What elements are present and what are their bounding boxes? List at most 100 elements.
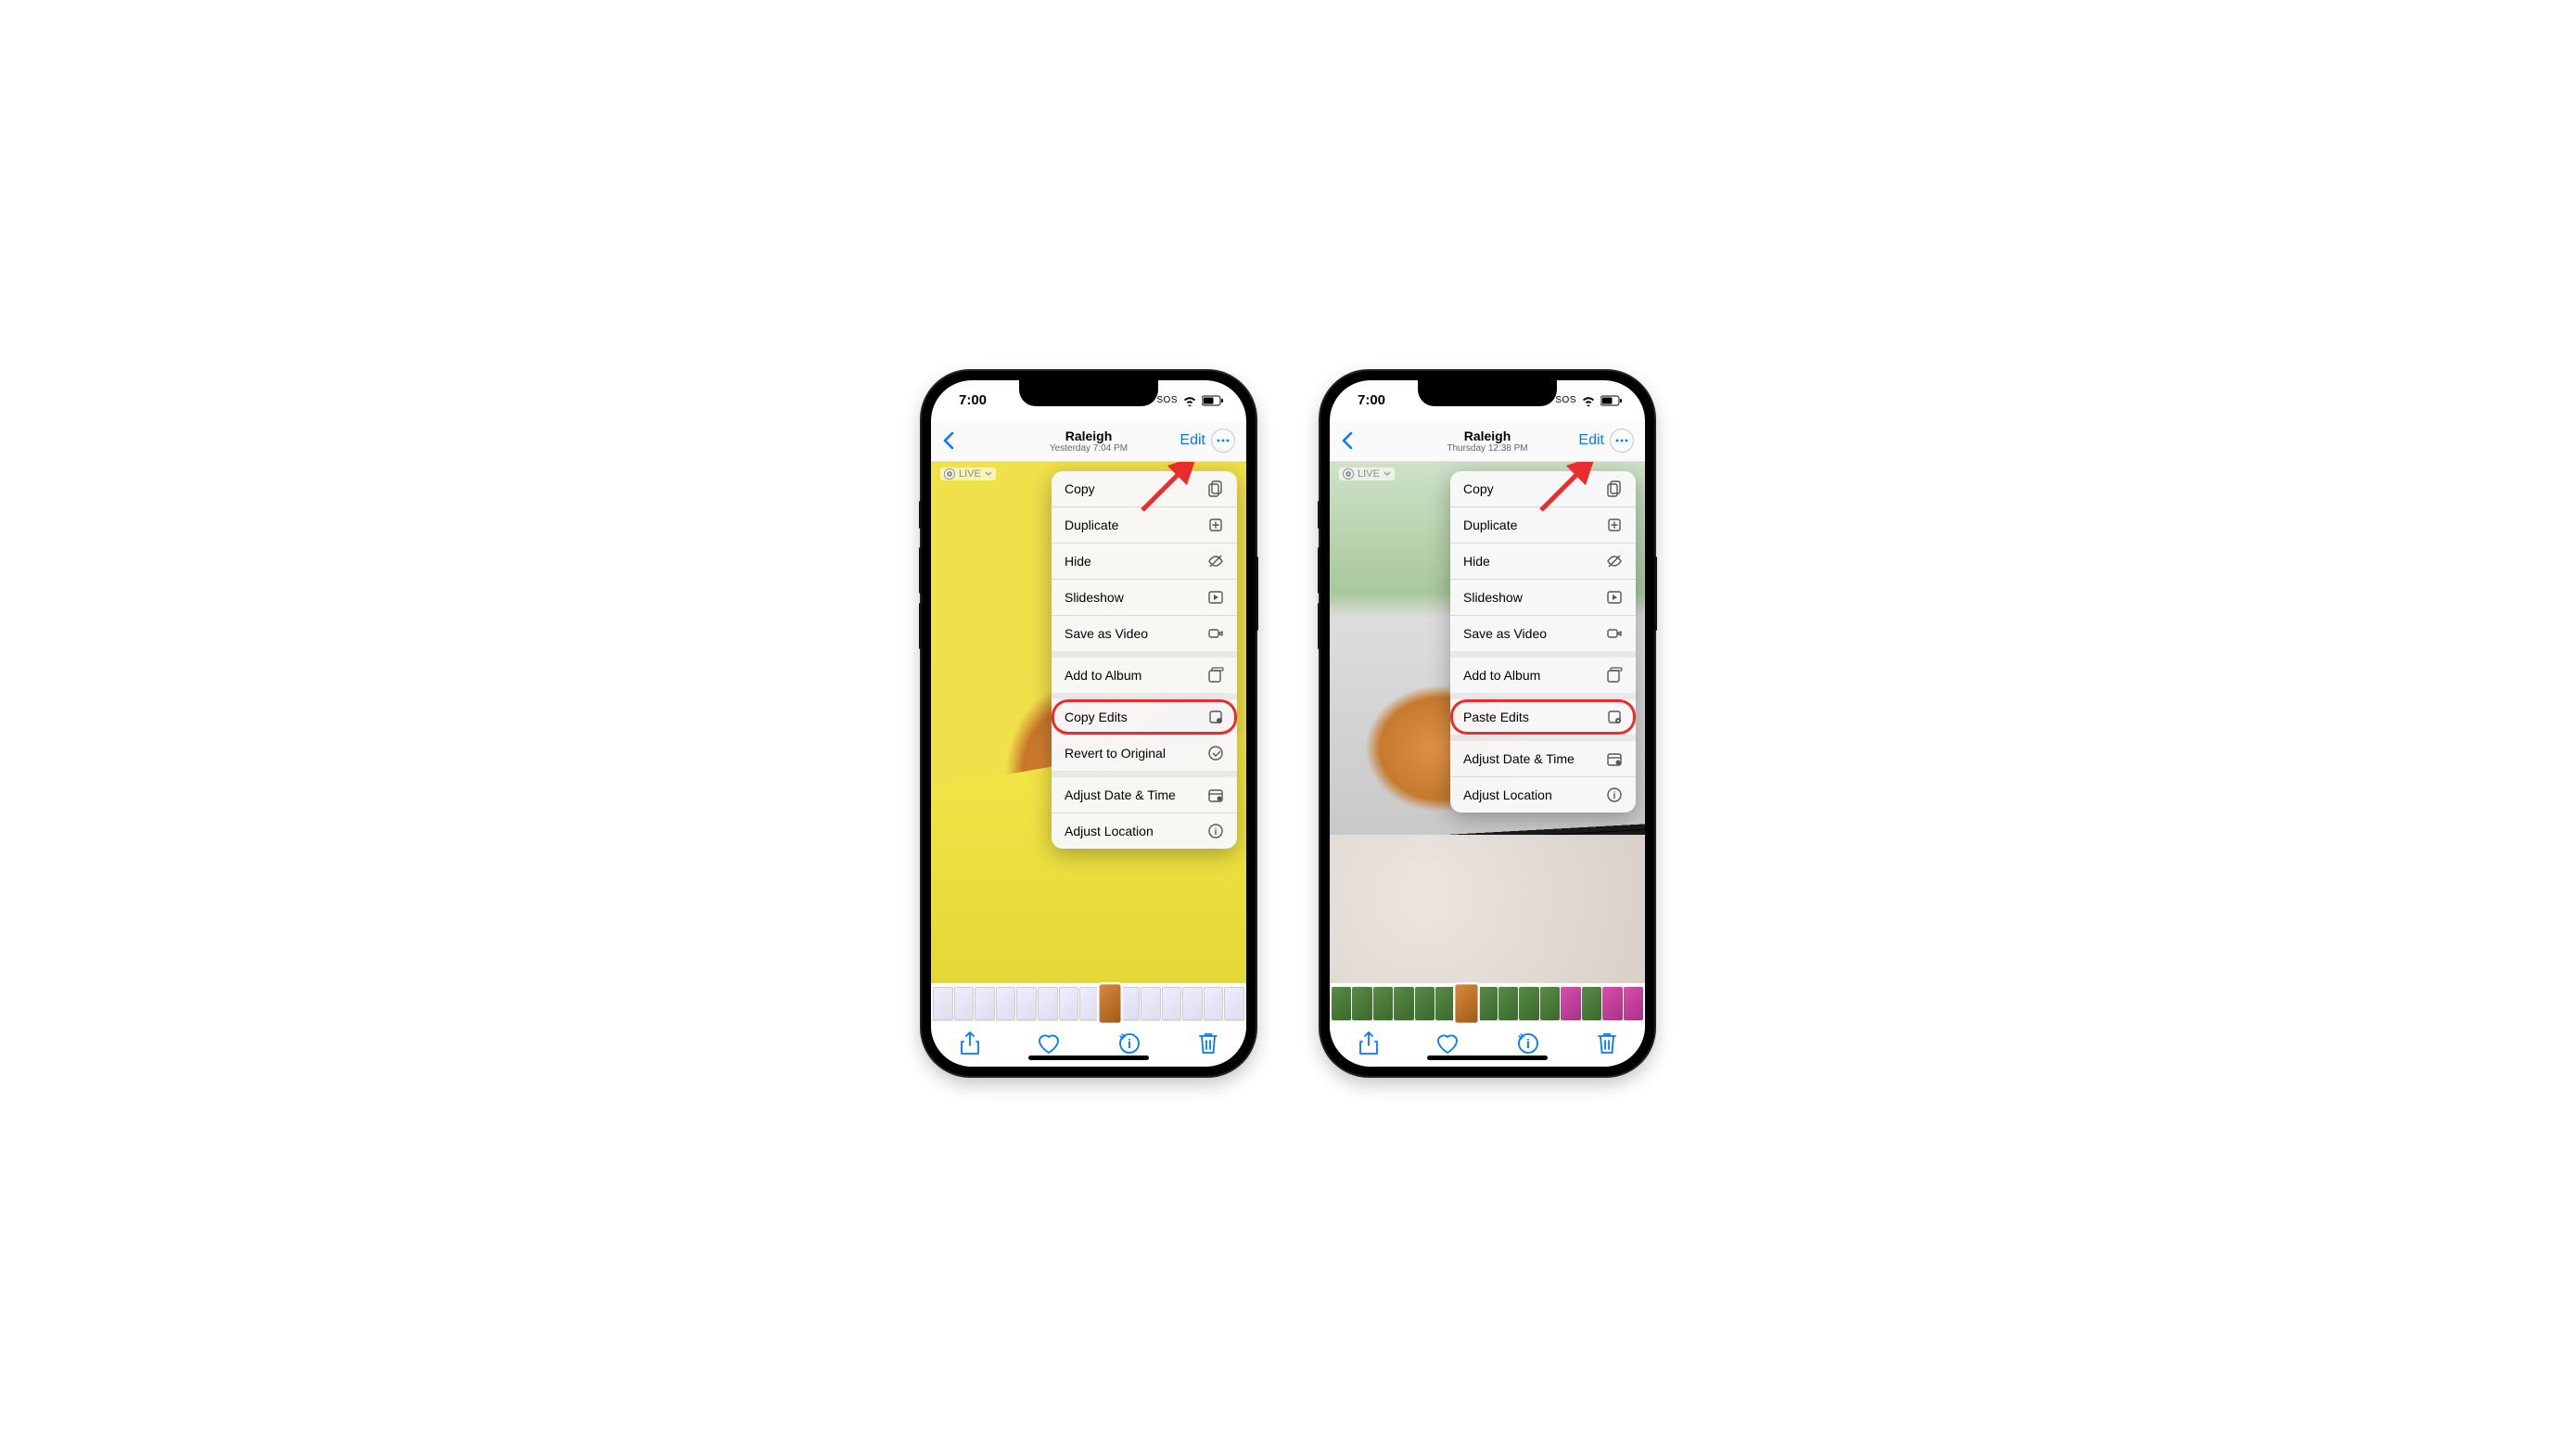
nav-location: Raleigh — [1415, 429, 1560, 443]
thumbnail[interactable] — [933, 987, 953, 1020]
thumbnail[interactable] — [1119, 987, 1140, 1020]
thumbnail[interactable] — [1099, 984, 1120, 1022]
thumbnail[interactable] — [1204, 987, 1224, 1020]
share-icon[interactable] — [960, 1031, 980, 1056]
menu-item-copy-edits[interactable]: Copy Edits — [1052, 699, 1237, 736]
status-sos: SOS — [1555, 395, 1576, 405]
thumbnail[interactable] — [1373, 987, 1393, 1020]
menu-item-location[interactable]: Adjust Location i — [1052, 813, 1237, 849]
thumbnail[interactable] — [1540, 987, 1560, 1020]
thumbnail[interactable] — [996, 987, 1016, 1020]
thumbnail[interactable] — [1498, 987, 1518, 1020]
edit-button[interactable]: Edit — [1180, 432, 1205, 449]
trash-icon[interactable] — [1597, 1031, 1617, 1056]
thumbnail[interactable] — [975, 987, 995, 1020]
menu-item-location[interactable]: Adjust Locationi — [1450, 777, 1636, 813]
thumbnail[interactable] — [1079, 987, 1100, 1020]
thumbnail[interactable] — [1059, 987, 1079, 1020]
menu-item-copy[interactable]: Copy — [1450, 471, 1636, 507]
menu-item-label: Copy — [1065, 481, 1095, 496]
thumbnail[interactable] — [954, 987, 975, 1020]
menu-item-slideshow[interactable]: Slideshow — [1052, 580, 1237, 616]
notch — [1019, 380, 1158, 406]
thumbnail[interactable] — [1602, 987, 1622, 1020]
menu-item-label: Adjust Location — [1065, 824, 1154, 838]
thumbnail[interactable] — [1561, 987, 1580, 1020]
calendar-icon — [1207, 787, 1224, 803]
svg-text:i: i — [1526, 1036, 1530, 1051]
duplicate-icon — [1606, 517, 1623, 533]
trash-icon[interactable] — [1198, 1031, 1218, 1056]
context-menu: Copy Duplicate HideSlideshow Save as Video A… — [1450, 471, 1636, 813]
menu-item-video[interactable]: Save as Video — [1450, 616, 1636, 651]
heart-icon[interactable] — [1037, 1032, 1061, 1055]
heart-icon[interactable] — [1435, 1032, 1460, 1055]
thumbnail[interactable] — [1624, 987, 1643, 1020]
menu-item-album[interactable]: Add to Album — [1052, 658, 1237, 693]
thumbnail[interactable] — [1394, 987, 1413, 1020]
menu-item-hide[interactable]: Hide — [1052, 544, 1237, 580]
battery-icon — [1600, 395, 1623, 406]
more-button[interactable] — [1610, 429, 1634, 453]
menu-item-label: Paste Edits — [1463, 710, 1529, 724]
slideshow-icon — [1207, 589, 1224, 606]
thumbnail[interactable] — [1224, 987, 1244, 1020]
share-icon[interactable] — [1358, 1031, 1379, 1056]
menu-item-hide[interactable]: Hide — [1450, 544, 1636, 580]
chevron-down-icon — [985, 471, 992, 476]
menu-item-copy[interactable]: Copy — [1052, 471, 1237, 507]
duplicate-icon — [1207, 517, 1224, 533]
menu-item-video[interactable]: Save as Video — [1052, 616, 1237, 651]
menu-item-album[interactable]: Add to Album — [1450, 658, 1636, 693]
nav-bar: Raleigh Yesterday 7:04 PM Edit — [931, 421, 1246, 462]
video-icon — [1207, 625, 1224, 642]
edit-button[interactable]: Edit — [1578, 432, 1604, 449]
live-badge[interactable]: LIVE — [940, 467, 996, 480]
back-icon[interactable] — [1341, 431, 1354, 450]
svg-text:i: i — [1613, 791, 1616, 801]
thumbnail-strip[interactable] — [931, 983, 1246, 1020]
album-icon — [1606, 667, 1623, 684]
more-button[interactable] — [1211, 429, 1235, 453]
svg-text:i: i — [1215, 827, 1218, 838]
thumbnail[interactable] — [1435, 987, 1455, 1020]
menu-item-label: Save as Video — [1463, 626, 1547, 641]
svg-text:i: i — [1128, 1036, 1131, 1051]
thumbnail[interactable] — [1582, 987, 1601, 1020]
menu-item-slideshow[interactable]: Slideshow — [1450, 580, 1636, 616]
thumbnail[interactable] — [1352, 987, 1371, 1020]
info-icon[interactable]: i — [1516, 1031, 1540, 1056]
location-icon: i — [1606, 787, 1623, 803]
live-badge[interactable]: LIVE — [1339, 467, 1395, 480]
thumbnail[interactable] — [1477, 987, 1497, 1020]
live-label: LIVE — [1358, 468, 1380, 480]
thumbnail[interactable] — [1016, 987, 1037, 1020]
menu-item-duplicate[interactable]: Duplicate — [1052, 507, 1237, 544]
back-icon[interactable] — [942, 431, 955, 450]
menu-item-duplicate[interactable]: Duplicate — [1450, 507, 1636, 544]
menu-item-label: Revert to Original — [1065, 746, 1166, 761]
thumbnail[interactable] — [1038, 987, 1058, 1020]
thumbnail[interactable] — [1455, 984, 1478, 1022]
revert-icon — [1207, 745, 1224, 761]
home-indicator[interactable] — [1028, 1056, 1149, 1060]
menu-item-label: Slideshow — [1065, 590, 1124, 605]
thumbnail[interactable] — [1519, 987, 1538, 1020]
info-icon[interactable]: i — [1117, 1031, 1141, 1056]
menu-item-label: Save as Video — [1065, 626, 1148, 641]
wifi-icon — [1182, 395, 1197, 406]
thumbnail[interactable] — [1182, 987, 1203, 1020]
menu-item-revert[interactable]: Revert to Original — [1052, 736, 1237, 771]
menu-item-paste-edits[interactable]: Paste Edits — [1450, 699, 1636, 735]
menu-item-label: Duplicate — [1463, 518, 1517, 532]
thumbnail-strip[interactable] — [1330, 983, 1645, 1020]
thumbnail[interactable] — [1415, 987, 1435, 1020]
menu-item-calendar[interactable]: Adjust Date & Time — [1450, 741, 1636, 777]
thumbnail[interactable] — [1141, 987, 1161, 1020]
thumbnail[interactable] — [1332, 987, 1351, 1020]
menu-item-calendar[interactable]: Adjust Date & Time — [1052, 777, 1237, 813]
home-indicator[interactable] — [1427, 1056, 1548, 1060]
thumbnail[interactable] — [1162, 987, 1182, 1020]
nav-timestamp: Yesterday 7:04 PM — [1016, 443, 1161, 454]
hide-icon — [1207, 553, 1224, 569]
